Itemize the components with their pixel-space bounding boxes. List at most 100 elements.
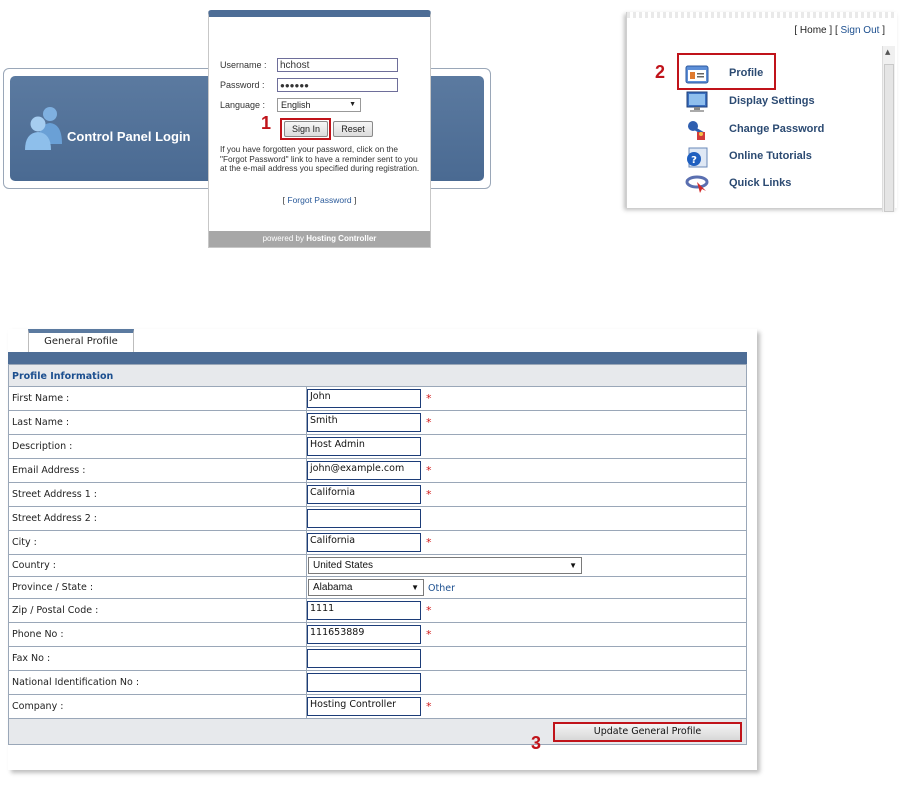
- row-fax: Fax No :: [9, 647, 746, 671]
- menu-scrollbar[interactable]: ▲: [882, 46, 895, 212]
- scrollbar-thumb[interactable]: [884, 64, 894, 212]
- password-label: Password :: [220, 80, 265, 90]
- field-label: Phone No :: [12, 629, 64, 640]
- banner-title: Control Panel Login: [67, 129, 191, 144]
- email-field[interactable]: john@example.com: [307, 461, 421, 480]
- row-phone: Phone No : 111653889 *: [9, 623, 746, 647]
- field-label: Description :: [12, 441, 73, 452]
- row-street-2: Street Address 2 :: [9, 507, 746, 531]
- row-company: Company : Hosting Controller *: [9, 695, 746, 719]
- chevron-down-icon: ▼: [349, 101, 356, 108]
- country-value: United States: [313, 560, 374, 571]
- menu-item-quick-links[interactable]: Quick Links: [677, 173, 857, 195]
- fax-field[interactable]: [307, 649, 421, 668]
- change-password-icon: [688, 121, 705, 140]
- scroll-up-arrow-icon[interactable]: ▲: [885, 48, 890, 56]
- tab-general-profile[interactable]: General Profile: [28, 329, 134, 352]
- last-name-field[interactable]: Smith: [307, 413, 421, 432]
- field-label: City :: [12, 537, 37, 548]
- menu-panel: [ Home ] [ Sign Out ] Profile Display Se…: [626, 12, 897, 212]
- powered-by-footer: powered by Hosting Controller: [209, 231, 430, 247]
- step-2-number: 2: [655, 62, 666, 82]
- form-header-bar: [8, 352, 747, 364]
- field-label: Province / State :: [12, 582, 94, 593]
- row-country: Country : United States ▼: [9, 555, 746, 577]
- home-link[interactable]: Home: [800, 25, 827, 36]
- bracket-close: ]: [354, 195, 357, 205]
- menu-item-online-tutorials[interactable]: ? Online Tutorials: [677, 146, 857, 168]
- general-profile-form: General Profile Profile Information Firs…: [8, 329, 757, 770]
- language-label: Language :: [220, 100, 266, 110]
- phone-field[interactable]: 111653889: [307, 625, 421, 644]
- bracket: [: [794, 25, 798, 36]
- row-zip: Zip / Postal Code : 1111 *: [9, 599, 746, 623]
- language-select[interactable]: English ▼: [277, 98, 361, 112]
- required-mark: *: [426, 700, 432, 713]
- required-mark: *: [426, 488, 432, 501]
- field-label: Last Name :: [12, 417, 70, 428]
- profile-table: Profile Information First Name : John * …: [8, 364, 747, 745]
- username-field[interactable]: hchost: [277, 58, 398, 72]
- section-title: Profile Information: [9, 365, 746, 387]
- password-field[interactable]: ●●●●●●: [277, 78, 398, 92]
- field-label: First Name :: [12, 393, 70, 404]
- step-1-number: 1: [261, 113, 272, 133]
- description-field[interactable]: Host Admin: [307, 437, 421, 456]
- menu-item-display-settings[interactable]: Display Settings: [677, 91, 857, 113]
- province-select[interactable]: Alabama ▼: [308, 579, 424, 596]
- field-label: Street Address 1 :: [12, 489, 98, 500]
- required-mark: *: [426, 604, 432, 617]
- bracket: ] [: [829, 25, 838, 36]
- zip-field[interactable]: 1111: [307, 601, 421, 620]
- chevron-down-icon: ▼: [569, 561, 577, 570]
- update-general-profile-button[interactable]: Update General Profile: [553, 722, 742, 742]
- row-city: City : California *: [9, 531, 746, 555]
- menu-item-label: Display Settings: [729, 95, 815, 107]
- field-label: Company :: [12, 701, 64, 712]
- field-label: National Identification No :: [12, 677, 140, 688]
- menu-item-label: Online Tutorials: [729, 150, 812, 162]
- row-email: Email Address : john@example.com *: [9, 459, 746, 483]
- quick-links-icon: [685, 175, 709, 193]
- field-label: Zip / Postal Code :: [12, 605, 99, 616]
- bracket-open: [: [282, 195, 285, 205]
- required-mark: *: [426, 628, 432, 641]
- company-field[interactable]: Hosting Controller: [307, 697, 421, 716]
- step-3-number: 3: [531, 733, 542, 753]
- top-links: [ Home ] [ Sign Out ]: [794, 25, 885, 36]
- online-tutorials-icon: ?: [687, 147, 708, 168]
- street-address-1-field[interactable]: California: [307, 485, 421, 504]
- display-settings-icon: [686, 91, 708, 112]
- step-1-highlight: [280, 118, 331, 140]
- national-id-field[interactable]: [307, 673, 421, 692]
- sign-out-link[interactable]: Sign Out: [841, 25, 880, 36]
- first-name-field[interactable]: John: [307, 389, 421, 408]
- login-box: Username : hchost Password : ●●●●●● Lang…: [208, 10, 431, 248]
- username-label: Username :: [220, 60, 267, 70]
- menu-item-change-password[interactable]: Change Password: [677, 119, 857, 141]
- city-field[interactable]: California: [307, 533, 421, 552]
- row-first-name: First Name : John *: [9, 387, 746, 411]
- users-icon: [25, 107, 62, 150]
- svg-text:?: ?: [691, 155, 697, 166]
- powered-brand: Hosting Controller: [306, 234, 377, 243]
- row-last-name: Last Name : Smith *: [9, 411, 746, 435]
- required-mark: *: [426, 416, 432, 429]
- country-select[interactable]: United States ▼: [308, 557, 582, 574]
- province-value: Alabama: [313, 582, 353, 593]
- street-address-2-field[interactable]: [307, 509, 421, 528]
- row-description: Description : Host Admin: [9, 435, 746, 459]
- required-mark: *: [426, 536, 432, 549]
- torn-edge: [627, 12, 897, 18]
- field-label: Country :: [12, 560, 56, 571]
- required-mark: *: [426, 392, 432, 405]
- field-label: Street Address 2 :: [12, 513, 98, 524]
- required-mark: *: [426, 464, 432, 477]
- other-link[interactable]: Other: [428, 583, 455, 594]
- reset-button[interactable]: Reset: [333, 121, 373, 137]
- form-footer: Update General Profile: [9, 719, 746, 744]
- forgot-password-link[interactable]: Forgot Password: [287, 195, 351, 205]
- forgot-password-row: [ Forgot Password ]: [209, 195, 430, 205]
- row-national-id: National Identification No :: [9, 671, 746, 695]
- forgot-password-note: If you have forgotten your password, cli…: [220, 144, 420, 173]
